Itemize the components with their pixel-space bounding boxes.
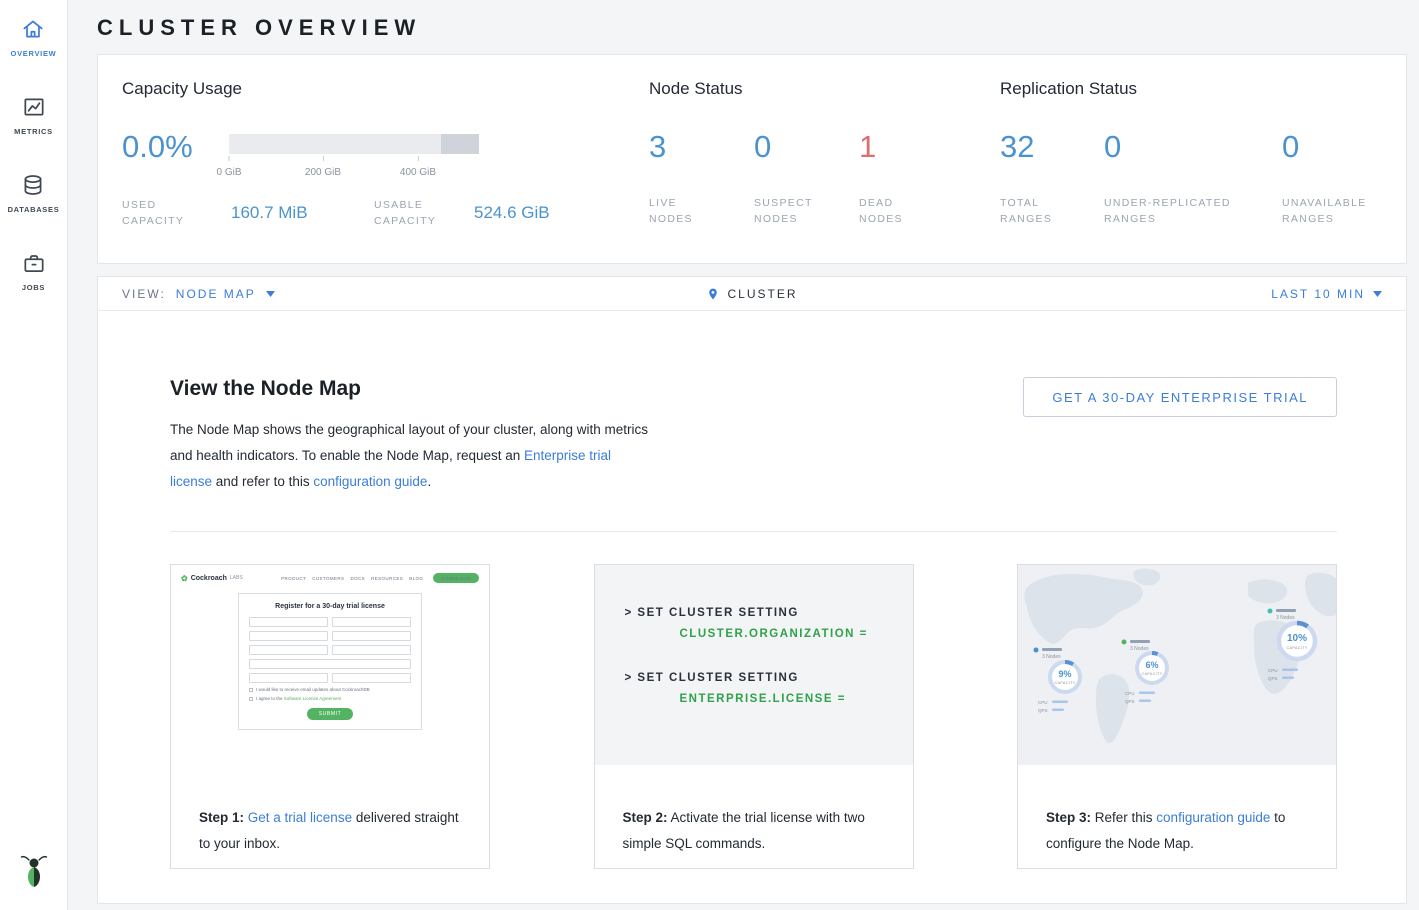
briefcase-icon <box>21 250 47 276</box>
sidebar-item-label: JOBS <box>22 283 45 292</box>
under-replicated-ranges-stat: 0 UNDER-REPLICATED RANGES <box>1104 129 1282 227</box>
svg-text:10%: 10% <box>1287 633 1307 644</box>
svg-text:CPU: CPU <box>1268 668 1278 673</box>
sidebar-item-metrics[interactable]: METRICS <box>14 94 53 136</box>
database-icon <box>20 172 46 198</box>
axis-tick: 0 GiB <box>216 154 241 180</box>
location-pin-icon <box>706 286 719 302</box>
sidebar-item-overview[interactable]: OVERVIEW <box>11 16 57 58</box>
view-label: VIEW: <box>122 287 166 301</box>
scope-breadcrumb[interactable]: CLUSTER <box>706 286 797 302</box>
svg-text:3 Nodes: 3 Nodes <box>1276 615 1295 621</box>
capacity-usage-title: Capacity Usage <box>122 79 649 99</box>
view-bar: VIEW: NODE MAP CLUSTER LAST 10 MIN <box>98 277 1406 311</box>
sidebar-item-label: METRICS <box>14 127 53 136</box>
capacity-bar-reserved-segment <box>441 134 479 154</box>
svg-text:QPS: QPS <box>1268 676 1278 681</box>
sidebar-item-jobs[interactable]: JOBS <box>21 250 47 292</box>
time-range-value: LAST 10 MIN <box>1271 287 1365 301</box>
replication-status-title: Replication Status <box>1000 79 1382 99</box>
admin-ui: OVERVIEW METRICS DATABASES JOBS <box>0 0 1419 910</box>
enterprise-trial-button[interactable]: GET A 30-DAY ENTERPRISE TRIAL <box>1023 377 1337 417</box>
dead-nodes-stat: 1 DEAD NODES <box>859 129 964 227</box>
svg-text:CAPACITY: CAPACITY <box>1054 681 1075 685</box>
step-1-caption: Step 1: Get a trial license delivered st… <box>171 779 489 857</box>
total-ranges-stat: 32 TOTAL RANGES <box>1000 129 1104 227</box>
view-selector-dropdown[interactable]: VIEW: NODE MAP <box>122 287 275 301</box>
svg-text:QPS: QPS <box>1125 699 1135 704</box>
node-status-title: Node Status <box>649 79 1000 99</box>
page-title: CLUSTER OVERVIEW <box>97 15 1407 41</box>
node-map-panel: VIEW: NODE MAP CLUSTER LAST 10 MIN <box>97 276 1407 904</box>
configuration-guide-link[interactable]: configuration guide <box>313 474 427 489</box>
step-2-card: > SET CLUSTER SETTING CLUSTER.ORGANIZATI… <box>594 564 914 869</box>
main-content: CLUSTER OVERVIEW Capacity Usage 0.0% 0 G… <box>68 0 1419 910</box>
metrics-icon <box>21 94 47 120</box>
home-icon <box>20 16 46 42</box>
replication-status-section: Replication Status 32 TOTAL RANGES 0 UND… <box>1000 79 1382 239</box>
unavailable-ranges-stat: 0 UNAVAILABLE RANGES <box>1282 129 1367 227</box>
cockroach-logo <box>20 853 48 894</box>
get-trial-license-link[interactable]: Get a trial license <box>248 810 352 825</box>
axis-tick: 200 GiB <box>305 154 341 180</box>
live-nodes-stat: 3 LIVE NODES <box>649 129 754 227</box>
configuration-guide-link-step3[interactable]: configuration guide <box>1156 810 1270 825</box>
capacity-axis: 0 GiB 200 GiB 400 GiB <box>229 154 479 176</box>
node-map-heading: View the Node Map <box>170 377 1023 401</box>
svg-text:6%: 6% <box>1145 660 1158 670</box>
svg-text:CAPACITY: CAPACITY <box>1286 646 1307 650</box>
svg-text:CPU: CPU <box>1038 700 1048 705</box>
setup-steps: ✿ Cockroach LABS PRODUCT CUSTOMERS DOCS … <box>98 532 1406 903</box>
sql-commands-preview: > SET CLUSTER SETTING CLUSTER.ORGANIZATI… <box>595 565 913 765</box>
step-2-caption: Step 2: Activate the trial license with … <box>595 779 913 857</box>
svg-text:9%: 9% <box>1058 669 1071 679</box>
mini-download-button: DOWNLOAD <box>433 573 479 583</box>
chevron-down-icon <box>1373 291 1382 297</box>
view-value: NODE MAP <box>176 287 256 301</box>
capacity-bar <box>229 134 479 154</box>
capacity-bar-chart: 0 GiB 200 GiB 400 GiB <box>229 129 479 176</box>
mini-cockroach-logo: ✿ Cockroach LABS <box>181 574 243 583</box>
node-status-section: Node Status 3 LIVE NODES 0 SUSPECT NODE <box>649 79 1000 239</box>
step-3-caption: Step 3: Refer this configuration guide t… <box>1018 779 1336 857</box>
svg-text:3 Nodes: 3 Nodes <box>1130 646 1149 652</box>
registration-page-screenshot: ✿ Cockroach LABS PRODUCT CUSTOMERS DOCS … <box>171 565 489 765</box>
usable-capacity-value: 524.6 GiB <box>474 203 550 223</box>
node-map-preview-image: 3 Nodes 9% CAPACITY CPU QPS <box>1018 565 1336 765</box>
sidebar-item-label: OVERVIEW <box>11 49 57 58</box>
cluster-summary-panel: Capacity Usage 0.0% 0 GiB 200 GiB <box>97 54 1407 264</box>
used-capacity-value: 160.7 MiB <box>231 203 308 223</box>
time-range-dropdown[interactable]: LAST 10 MIN <box>1271 287 1382 301</box>
svg-text:QPS: QPS <box>1038 708 1048 713</box>
mini-submit-button: SUBMIT <box>307 708 354 720</box>
mini-registration-form: Register for a 30-day trial license <box>238 593 422 730</box>
usable-capacity-stat: USABLE CAPACITY 524.6 GiB <box>374 197 550 229</box>
svg-text:CAPACITY: CAPACITY <box>1141 672 1162 676</box>
step-3-card: 3 Nodes 9% CAPACITY CPU QPS <box>1017 564 1337 869</box>
axis-tick: 400 GiB <box>400 154 436 180</box>
svg-text:CPU: CPU <box>1125 691 1135 696</box>
capacity-used-percent: 0.0% <box>122 129 229 176</box>
suspect-nodes-stat: 0 SUSPECT NODES <box>754 129 859 227</box>
step-1-card: ✿ Cockroach LABS PRODUCT CUSTOMERS DOCS … <box>170 564 490 869</box>
node-map-description: The Node Map shows the geographical layo… <box>170 417 650 495</box>
scope-label: CLUSTER <box>727 287 797 301</box>
mini-site-nav: PRODUCT CUSTOMERS DOCS RESOURCES BLOG DO… <box>281 573 479 583</box>
sidebar-item-databases[interactable]: DATABASES <box>8 172 60 214</box>
sidebar-item-label: DATABASES <box>8 205 60 214</box>
capacity-usage-section: Capacity Usage 0.0% 0 GiB 200 GiB <box>122 79 649 239</box>
chevron-down-icon <box>266 291 275 297</box>
svg-text:3 Nodes: 3 Nodes <box>1042 654 1061 660</box>
used-capacity-stat: USED CAPACITY 160.7 MiB <box>122 197 374 229</box>
sidebar: OVERVIEW METRICS DATABASES JOBS <box>0 0 68 910</box>
